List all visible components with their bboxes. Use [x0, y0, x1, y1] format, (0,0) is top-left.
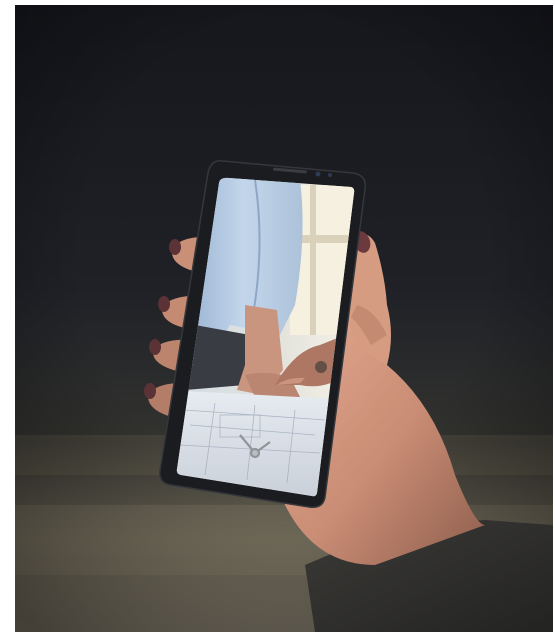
- photo: [15, 5, 553, 632]
